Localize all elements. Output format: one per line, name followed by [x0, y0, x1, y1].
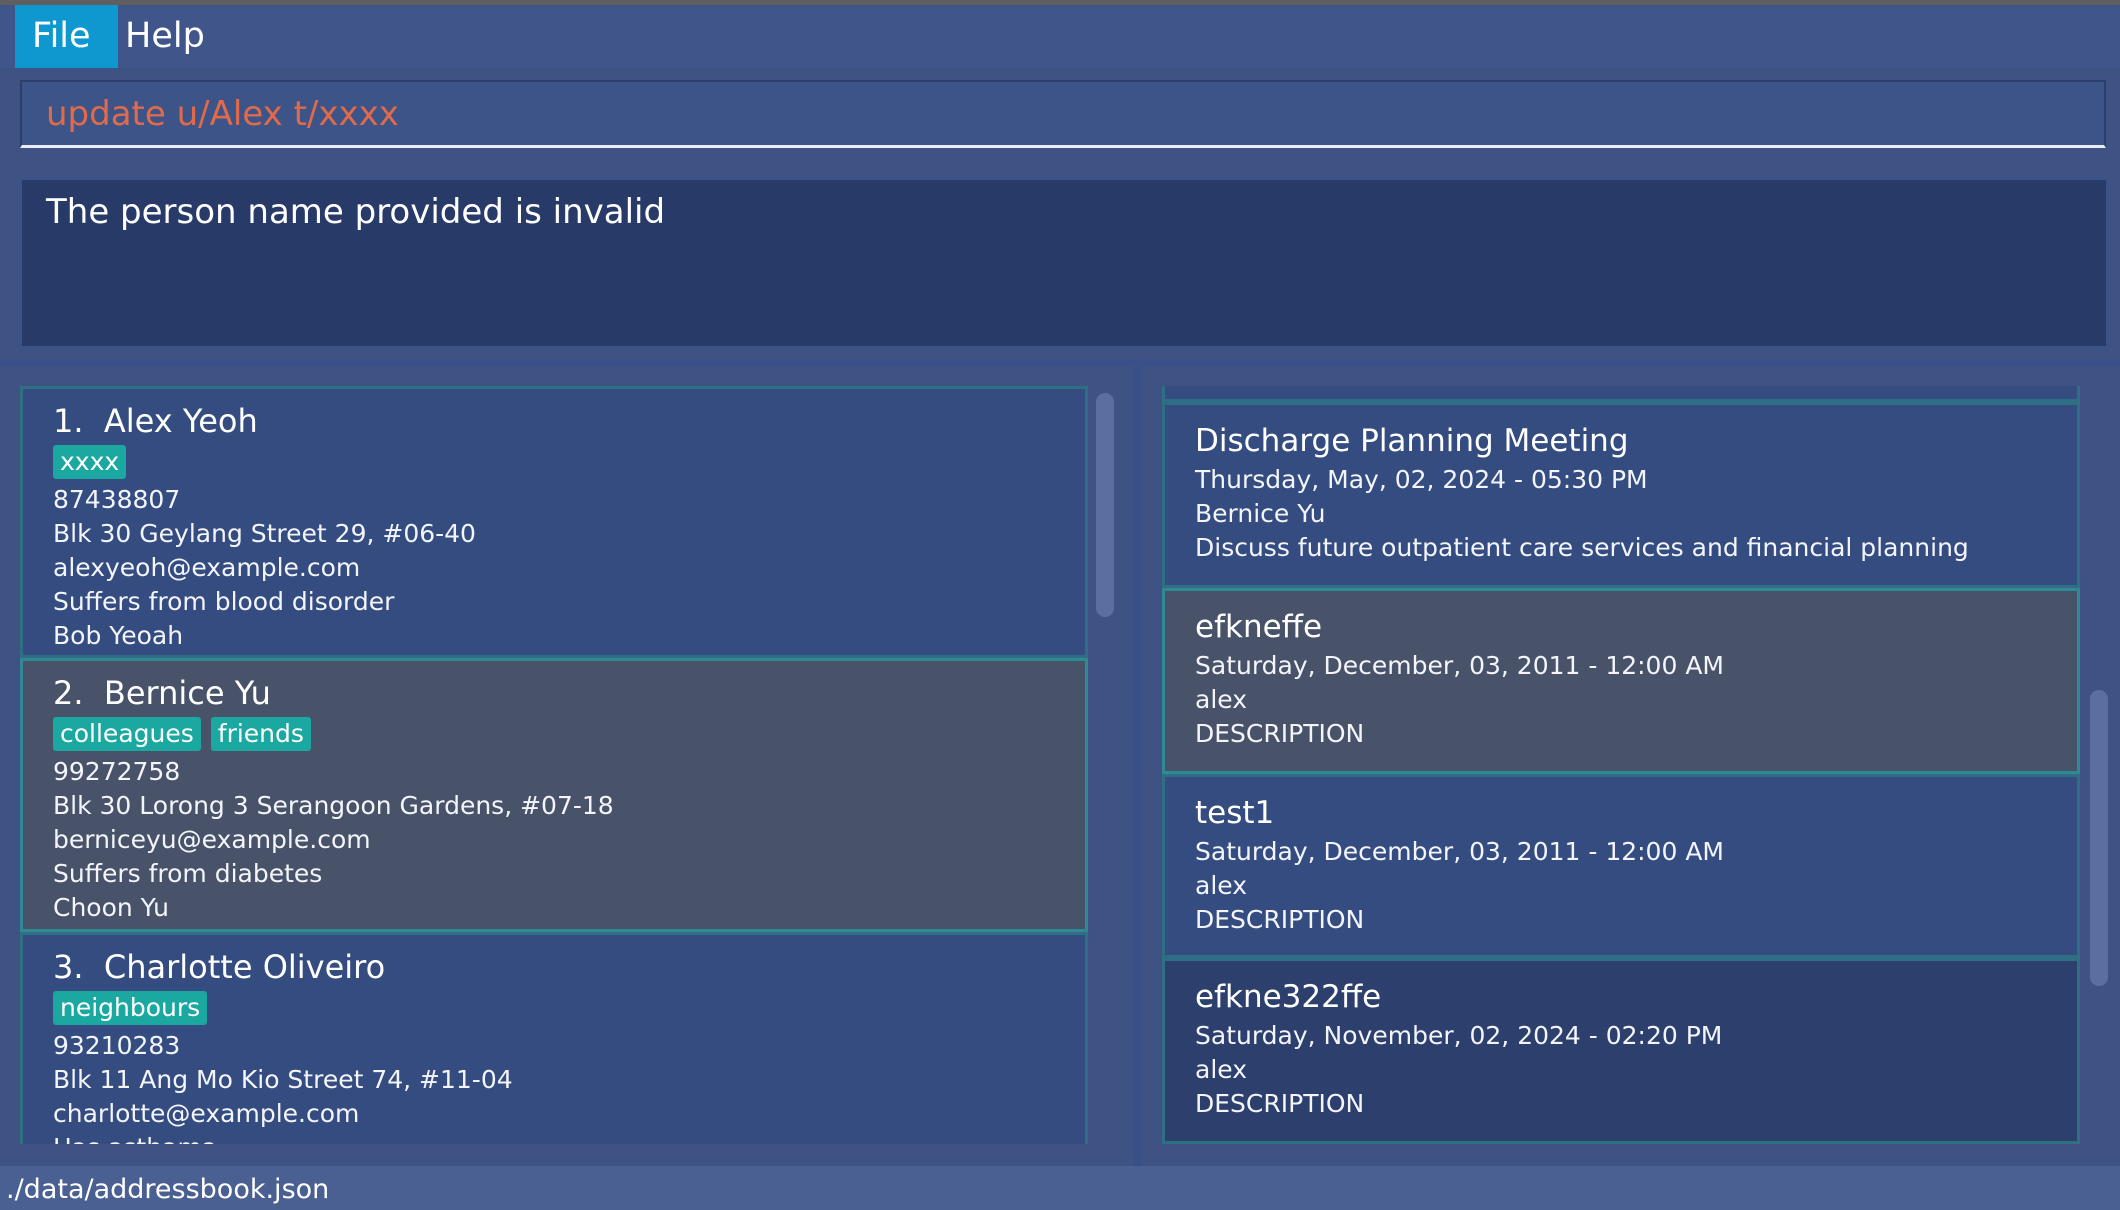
tag: friends — [210, 717, 311, 751]
person-email: alexyeoh@example.com — [53, 553, 361, 582]
appointment-card[interactable]: efkne322ffe Saturday, November, 02, 2024… — [1162, 958, 2080, 1144]
person-phone: 87438807 — [53, 485, 181, 514]
command-box[interactable]: update u/Alex t/xxxx — [20, 80, 2106, 148]
tag-list: xxxx — [53, 445, 1085, 483]
person-card[interactable]: 1. Alex Yeoh xxxx 87438807 Blk 30 Geylan… — [20, 386, 1088, 658]
person-list-scrollbar[interactable] — [1096, 393, 1114, 617]
appointment-card-selected[interactable]: efkneffe Saturday, December, 03, 2011 - … — [1162, 588, 2080, 774]
tag: colleagues — [53, 717, 201, 751]
person-email: berniceyu@example.com — [53, 825, 371, 854]
person-address: Blk 11 Ang Mo Kio Street 74, #11-04 — [53, 1065, 513, 1094]
appointment-datetime: Thursday, May, 02, 2024 - 05:30 PM — [1195, 465, 1648, 494]
status-bar: ./data/addressbook.json — [0, 1166, 2120, 1210]
tag-list: neighbours — [53, 991, 1085, 1029]
tag: xxxx — [53, 445, 127, 479]
result-display: The person name provided is invalid — [20, 178, 2108, 348]
person-next-of-kin: Bob Yeoah — [53, 621, 184, 650]
appointment-card[interactable]: Discharge Planning Meeting Thursday, May… — [1162, 402, 2080, 588]
person-condition: Has asthama — [53, 1131, 1085, 1144]
person-index: 2. — [53, 674, 84, 712]
command-input[interactable]: update u/Alex t/xxxx — [46, 94, 399, 134]
appointment-person: alex — [1195, 871, 1248, 900]
person-card-selected[interactable]: 2. Bernice Yu colleagues friends 99272758… — [20, 658, 1088, 932]
person-name: Alex Yeoh — [103, 402, 258, 440]
person-phone: 99272758 — [53, 757, 181, 786]
appointment-card[interactable]: test1 Saturday, December, 03, 2011 - 12:… — [1162, 774, 2080, 958]
menu-bar: File Help — [0, 5, 2120, 68]
appointment-title: Discharge Planning Meeting — [1195, 423, 1629, 459]
person-email: charlotte@example.com — [53, 1099, 360, 1128]
appointment-description: DESCRIPTION — [1195, 719, 1365, 748]
appointment-list[interactable]: Discharge Planning Meeting Thursday, May… — [1162, 386, 2080, 1144]
appointment-description: DESCRIPTION — [1195, 1089, 1365, 1118]
person-card[interactable]: 3. Charlotte Oliveiro neighbours 9321028… — [20, 932, 1088, 1144]
tag-list: colleagues friends — [53, 717, 1085, 755]
appointment-datetime: Saturday, December, 03, 2011 - 12:00 AM — [1195, 837, 1724, 866]
appointment-description: DESCRIPTION — [1195, 905, 1365, 934]
person-condition: Suffers from diabetes — [53, 859, 323, 888]
person-next-of-kin: Choon Yu — [53, 893, 169, 922]
appointment-datetime: Saturday, December, 03, 2011 - 12:00 AM — [1195, 651, 1724, 680]
person-index: 1. — [53, 402, 84, 440]
vertical-divider[interactable] — [1134, 366, 1142, 1166]
tag: neighbours — [53, 991, 208, 1025]
person-address: Blk 30 Lorong 3 Serangoon Gardens, #07-1… — [53, 791, 614, 820]
appointment-person: alex — [1195, 1055, 1248, 1084]
appointment-datetime: Saturday, November, 02, 2024 - 02:20 PM — [1195, 1021, 1723, 1050]
person-name: Bernice Yu — [103, 674, 271, 712]
appointment-title: test1 — [1195, 795, 1275, 831]
person-phone: 93210283 — [53, 1031, 181, 1060]
person-list[interactable]: 1. Alex Yeoh xxxx 87438807 Blk 30 Geylan… — [20, 386, 1088, 1144]
appointment-card-partial — [1162, 386, 2080, 402]
appointment-description: Discuss future outpatient care services … — [1195, 533, 1969, 562]
person-address: Blk 30 Geylang Street 29, #06-40 — [53, 519, 476, 548]
status-file-path: ./data/addressbook.json — [6, 1174, 330, 1205]
person-name: Charlotte Oliveiro — [103, 948, 386, 986]
person-condition: Suffers from blood disorder — [53, 587, 395, 616]
appointment-title: efkneffe — [1195, 609, 1323, 645]
appointment-list-scrollbar[interactable] — [2090, 690, 2108, 986]
appointment-person: Bernice Yu — [1195, 499, 1326, 528]
horizontal-divider[interactable] — [0, 360, 2120, 366]
person-index: 3. — [53, 948, 84, 986]
menu-file[interactable]: File — [15, 5, 118, 68]
appointment-title: efkne322ffe — [1195, 979, 1382, 1015]
menu-help[interactable]: Help — [108, 5, 222, 68]
appointment-person: alex — [1195, 685, 1248, 714]
result-message: The person name provided is invalid — [46, 192, 666, 232]
